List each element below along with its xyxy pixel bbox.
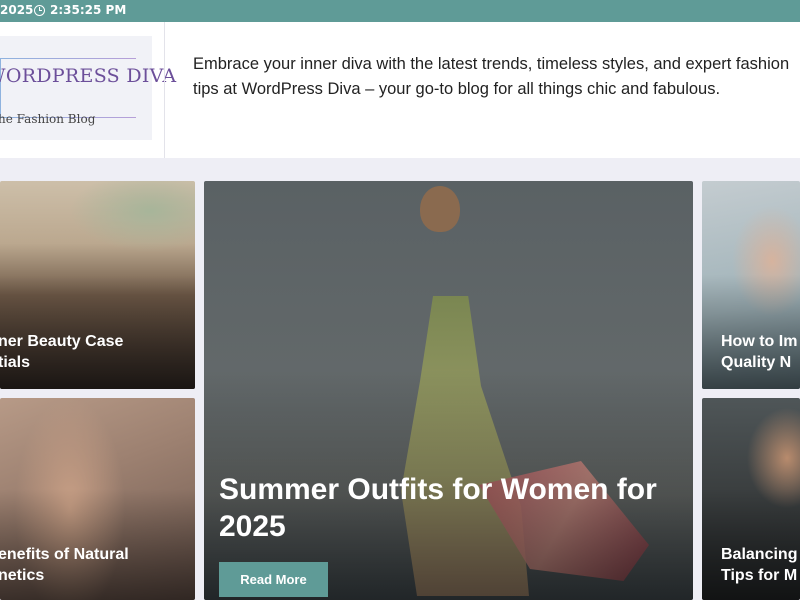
post-card-beauty-case[interactable]: ner Beauty Case tials	[0, 181, 195, 389]
site-tagline: Embrace your inner diva with the latest …	[193, 55, 790, 98]
clock-icon	[34, 4, 45, 16]
featured-post-title[interactable]: Summer Outfits for Women for 2025	[219, 471, 679, 545]
featured-post-card[interactable]: Summer Outfits for Women for 2025 Read M…	[204, 181, 693, 600]
post-title[interactable]: Balancing Tips for M	[721, 544, 797, 586]
time-text: 2:35:25 PM	[50, 3, 127, 17]
logo-title: WORDPRESS DIVA	[0, 65, 177, 87]
top-bar: 2025 2:35:25 PM	[0, 0, 800, 22]
post-title[interactable]: enefits of Natural netics	[0, 544, 129, 586]
site-header: WORDPRESS DIVA The Fashion Blog Embrace …	[0, 22, 800, 158]
post-title[interactable]: How to Im Quality N	[721, 331, 797, 373]
time-display: 2:35:25 PM	[34, 3, 126, 17]
date-text: 2025	[0, 3, 34, 17]
read-more-button[interactable]: Read More	[219, 562, 328, 597]
header-divider	[164, 22, 165, 158]
post-card-natural-cosmetics[interactable]: enefits of Natural netics	[0, 398, 195, 600]
post-card-balancing-tips[interactable]: Balancing Tips for M	[702, 398, 800, 600]
post-title[interactable]: ner Beauty Case tials	[0, 331, 123, 373]
post-card-sleep-quality[interactable]: How to Im Quality N	[702, 181, 800, 389]
logo-subtitle: The Fashion Blog	[0, 112, 96, 126]
site-logo[interactable]: WORDPRESS DIVA The Fashion Blog	[0, 36, 176, 140]
